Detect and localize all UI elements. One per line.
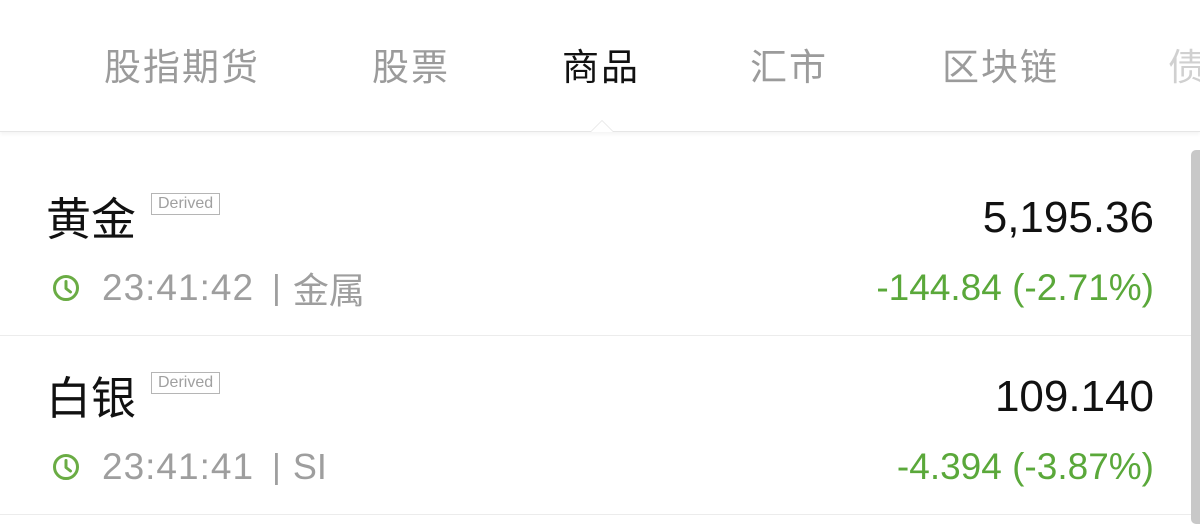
tab-stocks[interactable]: 股票 [372,40,450,96]
quotes-page: 股指期货 股票 商品 汇市 区块链 债 黄金 Derived 5,195.36 … [0,0,1200,524]
tab-blockchain[interactable]: 区块链 [942,40,1059,96]
clock-icon [53,454,79,480]
price-change: -4.394 (-3.87%) [896,446,1154,487]
instrument-code: SI [292,446,327,487]
derived-badge: Derived [151,372,221,394]
instrument-name: 黄金 [46,194,137,245]
clock-icon [53,275,79,301]
category-tab-bar: 股指期货 股票 商品 汇市 区块链 债 [0,0,1200,132]
quote-row-silver[interactable]: 白银 Derived 109.140 23:41:41 | SI -4.394 … [0,337,1200,515]
last-price: 5,195.36 [982,193,1154,242]
instrument-category: 金属 [292,270,365,311]
vertical-scrollbar[interactable] [1191,150,1200,524]
quote-meta: 23:41:42 | 金属 [52,264,365,312]
tab-commodities[interactable]: 商品 [562,40,640,96]
quote-row-gold[interactable]: 黄金 Derived 5,195.36 23:41:42 | 金属 -144.8… [0,158,1200,336]
meta-separator: | [272,447,281,486]
last-price: 109.140 [994,372,1154,421]
derived-badge: Derived [151,193,221,215]
quote-time: 23:41:41 [102,446,255,487]
tab-forex[interactable]: 汇市 [750,40,828,96]
tab-index-futures[interactable]: 股指期货 [104,40,260,96]
meta-separator: | [272,268,281,307]
quote-meta: 23:41:41 | SI [52,443,327,491]
price-change: -144.84 (-2.71%) [876,267,1154,308]
quote-time: 23:41:42 [102,267,255,308]
instrument-name: 白银 [46,373,137,424]
tab-bonds[interactable]: 债 [1168,40,1200,96]
active-tab-indicator [590,120,614,132]
